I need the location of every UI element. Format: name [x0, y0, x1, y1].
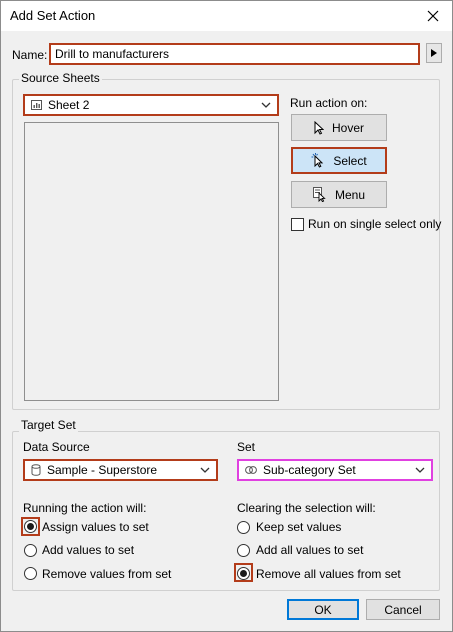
remove-all-values-label: Remove all values from set: [256, 567, 401, 581]
chevron-down-icon: [261, 102, 271, 108]
worksheet-icon: [31, 100, 42, 110]
name-input[interactable]: Drill to manufacturers: [49, 43, 420, 65]
database-icon: [31, 464, 41, 476]
cursor-icon: [314, 120, 324, 135]
add-all-values-label: Add all values to set: [256, 543, 364, 557]
remove-all-values-radio[interactable]: [237, 567, 250, 580]
source-sheets-group-label: Source Sheets: [19, 71, 102, 85]
window-title: Add Set Action: [10, 8, 96, 23]
menu-cursor-icon: [312, 187, 327, 202]
menu-button[interactable]: Menu: [291, 181, 387, 208]
single-select-label: Run on single select only: [308, 217, 442, 231]
add-all-values-radio[interactable]: [237, 544, 250, 557]
run-action-on-label: Run action on:: [290, 96, 368, 110]
select-button[interactable]: Select: [291, 147, 387, 174]
ok-button-label: OK: [314, 602, 332, 617]
name-input-value: Drill to manufacturers: [55, 47, 170, 61]
data-source-value: Sample - Superstore: [47, 463, 158, 477]
data-source-dropdown[interactable]: Sample - Superstore: [23, 459, 218, 481]
set-label: Set: [237, 440, 256, 454]
cancel-button[interactable]: Cancel: [366, 599, 440, 620]
click-cursor-icon: [311, 153, 325, 168]
close-button[interactable]: [420, 4, 446, 28]
name-label: Name:: [12, 48, 48, 62]
ok-button[interactable]: OK: [287, 599, 359, 620]
add-values-label: Add values to set: [42, 543, 135, 557]
running-action-label: Running the action will:: [23, 501, 147, 515]
keep-set-values-radio[interactable]: [237, 521, 250, 534]
add-set-action-dialog: Add Set Action Name: Drill to manufactur…: [0, 0, 453, 632]
play-arrow-icon: [431, 49, 437, 57]
source-sheets-list[interactable]: [24, 122, 279, 401]
remove-values-label: Remove values from set: [42, 567, 172, 581]
set-icon: [245, 465, 257, 475]
select-button-label: Select: [333, 153, 367, 168]
hover-button-label: Hover: [331, 120, 364, 135]
source-sheet-dropdown[interactable]: Sheet 2: [23, 94, 279, 116]
keep-set-values-label: Keep set values: [256, 520, 342, 534]
menu-button-label: Menu: [334, 187, 366, 202]
insert-field-menu-button[interactable]: [426, 43, 442, 63]
chevron-down-icon: [415, 467, 425, 473]
data-source-label: Data Source: [23, 440, 90, 454]
cancel-button-label: Cancel: [384, 602, 422, 617]
assign-values-label: Assign values to set: [42, 520, 149, 534]
set-value: Sub-category Set: [263, 463, 356, 477]
target-set-group-label: Target Set: [19, 418, 78, 432]
close-icon: [427, 10, 439, 22]
source-sheet-value: Sheet 2: [48, 98, 90, 112]
title-bar: Add Set Action: [1, 1, 452, 31]
set-dropdown[interactable]: Sub-category Set: [237, 459, 433, 481]
clearing-selection-label: Clearing the selection will:: [237, 501, 376, 515]
hover-button[interactable]: Hover: [291, 114, 387, 141]
assign-values-radio[interactable]: [24, 520, 37, 533]
add-values-radio[interactable]: [24, 544, 37, 557]
remove-values-radio[interactable]: [24, 567, 37, 580]
chevron-down-icon: [200, 467, 210, 473]
single-select-checkbox[interactable]: [291, 218, 304, 231]
